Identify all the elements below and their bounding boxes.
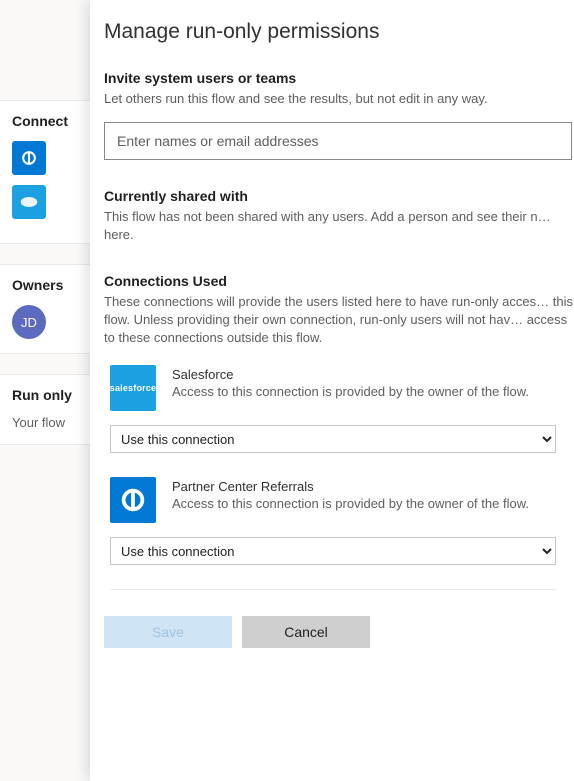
- shared-heading: Currently shared with: [104, 188, 574, 204]
- bg-title-owners: Owners: [12, 277, 80, 293]
- invite-input[interactable]: [104, 122, 572, 160]
- button-row: Save Cancel: [104, 616, 574, 648]
- connection-name: Salesforce: [172, 367, 529, 382]
- invite-desc: Let others run this flow and see the res…: [104, 90, 574, 108]
- connection-item-partner-center: Partner Center Referrals Access to this …: [104, 477, 574, 523]
- bg-runonly-body: Your flow: [12, 415, 80, 430]
- salesforce-icon: [12, 185, 46, 219]
- owner-avatar: JD: [12, 305, 46, 339]
- cancel-button[interactable]: Cancel: [242, 616, 370, 648]
- salesforce-icon: salesforce: [110, 365, 156, 411]
- permissions-panel: Manage run-only permissions Invite syste…: [90, 0, 574, 781]
- connections-heading: Connections Used: [104, 273, 574, 289]
- bg-card-runonly: Run only Your flow: [0, 374, 90, 445]
- invite-heading: Invite system users or teams: [104, 70, 574, 86]
- bg-title-connections: Connect: [12, 113, 80, 129]
- save-button[interactable]: Save: [104, 616, 232, 648]
- connection-name: Partner Center Referrals: [172, 479, 529, 494]
- salesforce-connection-select[interactable]: Use this connection: [110, 425, 556, 453]
- background-column: Connect Owners JD Run only Your flow: [0, 0, 90, 781]
- partner-center-icon: [110, 477, 156, 523]
- partner-center-connection-select[interactable]: Use this connection: [110, 537, 556, 565]
- connection-sub: Access to this connection is provided by…: [172, 495, 529, 513]
- divider: [110, 589, 556, 590]
- panel-title: Manage run-only permissions: [104, 20, 574, 44]
- bg-title-runonly: Run only: [12, 387, 80, 403]
- connections-desc: These connections will provide the users…: [104, 293, 574, 348]
- bg-card-connections: Connect: [0, 100, 90, 244]
- partner-center-icon: [12, 141, 46, 175]
- bg-card-owners: Owners JD: [0, 264, 90, 354]
- shared-desc: This flow has not been shared with any u…: [104, 208, 574, 244]
- connection-sub: Access to this connection is provided by…: [172, 383, 529, 401]
- connection-item-salesforce: salesforce Salesforce Access to this con…: [104, 365, 574, 411]
